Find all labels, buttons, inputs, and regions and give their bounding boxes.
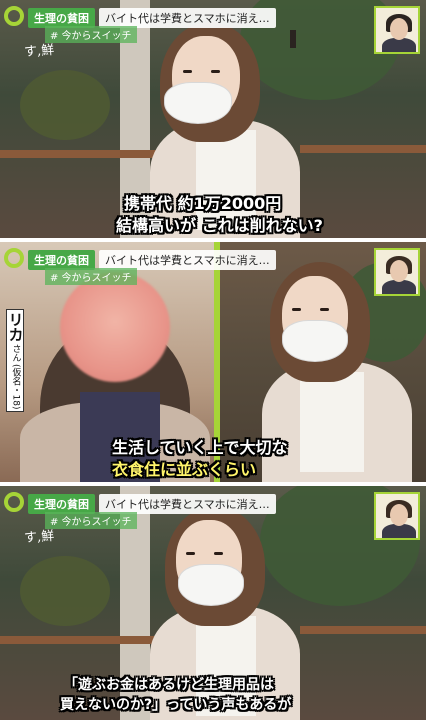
- program-header: 生理の貧困 バイト代は学費とスマホに消え…: [28, 8, 276, 28]
- headline-text: バイト代は学費とスマホに消え…: [99, 494, 276, 514]
- interviewee-name-tag: リカ さん (仮名・18): [6, 309, 25, 413]
- presenter-thumbnail: [374, 6, 420, 54]
- face-blur: [60, 272, 170, 382]
- headline-text: バイト代は学費とスマホに消え…: [99, 250, 276, 270]
- headline-text: バイト代は学費とスマホに消え…: [99, 8, 276, 28]
- presenter-thumbnail: [374, 492, 420, 540]
- video-frame-2: 生理の貧困 バイト代は学費とスマホに消え… # 今からスイッチ リカ さん (仮…: [0, 242, 426, 482]
- interviewee-name: リカ: [6, 312, 25, 342]
- video-frame-3: す,鮮 生理の貧困 バイト代は学費とスマホに消え… # 今からスイッチ 「遊ぶお…: [0, 486, 426, 720]
- channel-ring-icon: [4, 248, 24, 268]
- interviewee-detail: (仮名・18): [10, 364, 21, 410]
- caption-line-1: 生活していく上で大切な: [112, 438, 288, 457]
- hashtag-label: # 今からスイッチ: [45, 512, 137, 529]
- topic-badge: 生理の貧困: [28, 8, 95, 28]
- video-frame-1: す,鮮 生理の貧困 バイト代は学費とスマホに消え… # 今からスイッチ 携帯代 …: [0, 0, 426, 238]
- topic-badge: 生理の貧困: [28, 494, 95, 514]
- caption-line-2: 買えないのか?」っていう声もあるが: [60, 697, 292, 713]
- presenter-thumbnail: [374, 248, 420, 296]
- topic-badge: 生理の貧困: [28, 250, 95, 270]
- program-header: 生理の貧困 バイト代は学費とスマホに消え…: [28, 494, 276, 514]
- channel-ring-icon: [4, 492, 24, 512]
- hashtag-label: # 今からスイッチ: [45, 268, 137, 285]
- channel-ring-icon: [4, 6, 24, 26]
- caption-line-1: 携帯代 約1万2000円: [124, 194, 282, 213]
- caption-line-1: 「遊ぶお金はあるけど生理用品は: [64, 677, 274, 693]
- interviewee-honorific: さん: [10, 344, 21, 362]
- caption-line-2: 衣食住に並ぶくらい: [112, 460, 257, 479]
- hashtag-label: # 今からスイッチ: [45, 26, 137, 43]
- caption-line-2: 結構高いが これは削れない?: [116, 216, 323, 235]
- program-header: 生理の貧困 バイト代は学費とスマホに消え…: [28, 250, 276, 270]
